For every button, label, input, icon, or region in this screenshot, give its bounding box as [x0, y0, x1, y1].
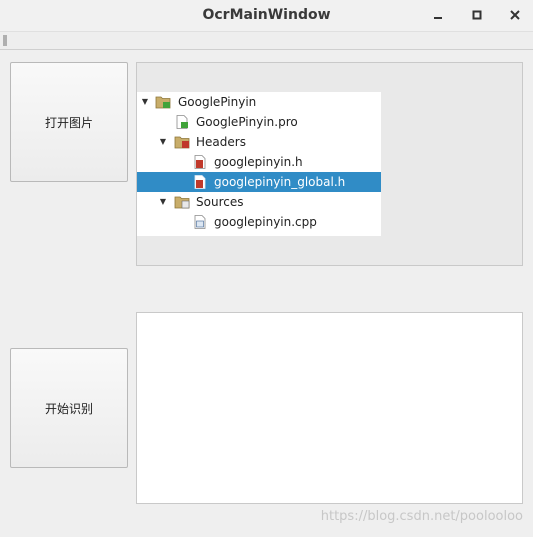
watermark-text: https://blog.csdn.net/poolooloo — [320, 509, 523, 524]
tree-row: googlepinyin.cpp — [137, 212, 381, 232]
toolbar-grip-handle[interactable] — [3, 35, 7, 46]
qt-project-file-icon — [176, 115, 188, 129]
expand-arrow-icon: ▼ — [159, 197, 167, 206]
open-image-label: 打开图片 — [44, 115, 93, 130]
folder-icon — [155, 235, 171, 236]
open-image-button[interactable]: 打开图片 — [10, 62, 128, 182]
header-file-icon — [194, 175, 206, 189]
tree-row: GooglePinyin.pro — [137, 112, 381, 132]
start-recognition-label: 开始识别 — [44, 401, 93, 416]
tree-item-label: googlepinyin.h — [214, 155, 303, 169]
tree-item-label: GooglePinyin — [178, 95, 257, 109]
minimize-button[interactable] — [428, 5, 448, 25]
tree-item-label: Headers — [196, 135, 246, 149]
expand-arrow-icon: ▼ — [141, 97, 149, 106]
tree-item-label: googlepinyin_global.h — [214, 175, 346, 189]
image-view[interactable]: ▼ GooglePinyin GooglePinyin.pro ▼ Header… — [136, 62, 523, 266]
header-file-icon — [194, 155, 206, 169]
title-bar: OcrMainWindow — [0, 0, 533, 32]
window-title: OcrMainWindow — [202, 7, 331, 23]
tree-row: googlepinyin.h — [137, 152, 381, 172]
result-text-area[interactable] — [136, 312, 523, 504]
tree-item-label: Sources — [196, 195, 244, 209]
tree-item-label: googlepinyin.cpp — [214, 215, 317, 229]
expand-arrow-icon: ▼ — [159, 137, 167, 146]
tree-row: ▼ Headers — [137, 132, 381, 152]
tree-image: ▼ GooglePinyin GooglePinyin.pro ▼ Header… — [137, 92, 381, 236]
toolbar — [0, 32, 533, 50]
tree-row-partial — [137, 232, 381, 236]
maximize-button[interactable] — [467, 5, 487, 25]
tree-item-label: GooglePinyin.pro — [196, 115, 298, 129]
tree-row-selected: googlepinyin_global.h — [137, 172, 381, 192]
close-button[interactable] — [505, 5, 525, 25]
folder-header-icon — [174, 136, 190, 149]
tree-row: ▼ GooglePinyin — [137, 92, 381, 112]
cpp-file-icon — [194, 215, 206, 229]
tree-row: ▼ Sources — [137, 192, 381, 212]
close-icon — [510, 10, 520, 20]
start-recognition-button[interactable]: 开始识别 — [10, 348, 128, 468]
folder-source-icon — [174, 196, 190, 209]
minimize-icon — [434, 17, 442, 19]
maximize-icon — [472, 10, 482, 20]
folder-qt-icon — [155, 96, 171, 109]
